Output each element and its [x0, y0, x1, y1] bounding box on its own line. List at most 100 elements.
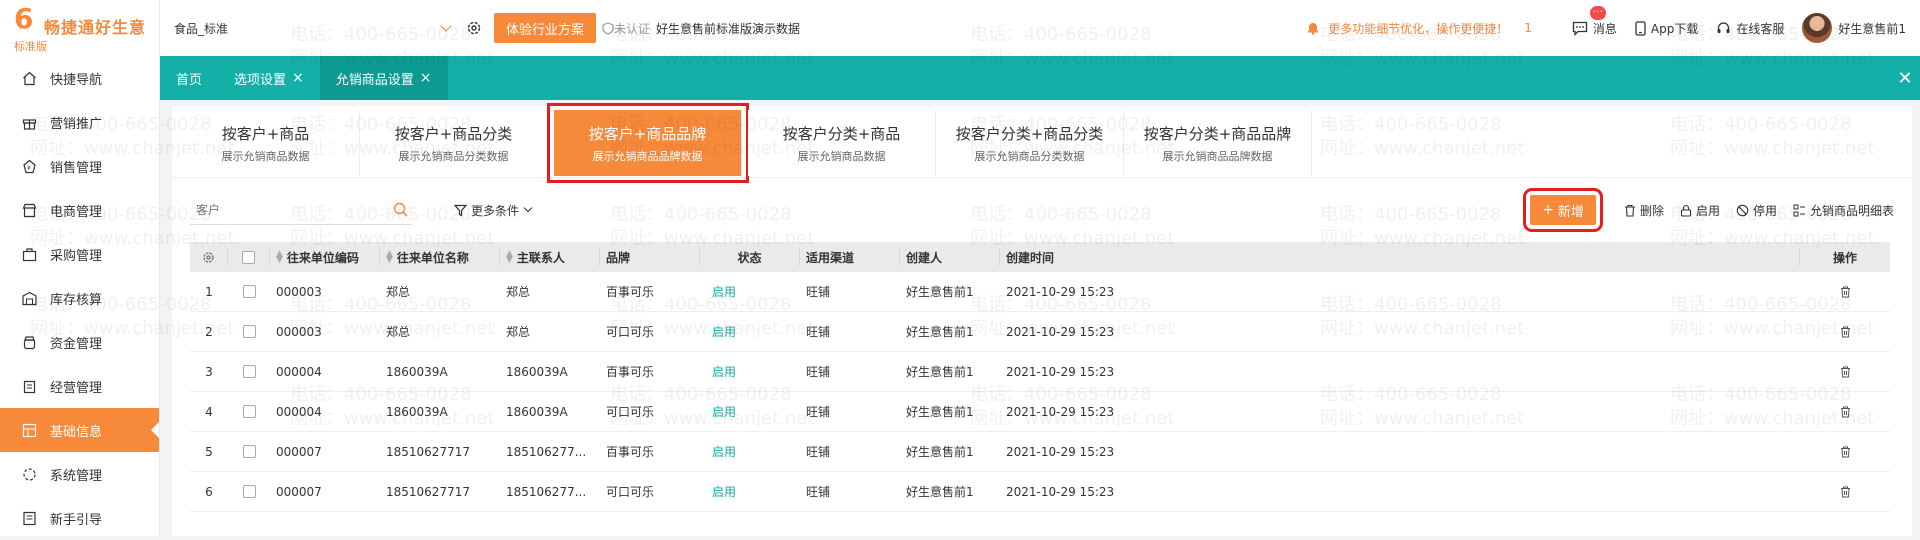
cell-brand: 百事可乐: [606, 285, 655, 299]
headset-icon: [1717, 21, 1730, 33]
category-tab-2[interactable]: 按客户+商品品牌 展示允销商品品牌数据: [547, 103, 749, 183]
tab-label: 选项设置: [234, 72, 287, 88]
sidebar-item-5[interactable]: 库存核算: [0, 276, 159, 320]
cell-created: 2021-10-29 15:23: [1006, 324, 1115, 339]
enable-button[interactable]: 启用: [1680, 202, 1720, 219]
category-subtitle: 展示允销商品品牌数据: [1162, 149, 1273, 163]
table-row[interactable]: 1 000003 郑总 郑总 百事可乐 启用 旺铺 好生意售前1 2021-10-29 15:2…: [190, 272, 1890, 312]
row-checkbox[interactable]: [228, 485, 270, 498]
messages-badge: ···: [1589, 5, 1606, 20]
unverified-status[interactable]: 未认证: [602, 20, 650, 37]
table-row[interactable]: 6 000007 18510627717 185106277... 可口可乐 启用 旺铺 好生…: [190, 472, 1890, 512]
row-checkbox[interactable]: [228, 325, 270, 338]
header-channel: 适用渠道: [800, 248, 900, 266]
svg-text:¥: ¥: [27, 165, 31, 172]
category-tab-1[interactable]: 按客户+商品分类 展示允销商品分类数据: [360, 110, 548, 176]
row-delete-icon[interactable]: [1800, 286, 1890, 298]
account-selector[interactable]: 食品_标准: [168, 12, 458, 44]
select-all-checkbox[interactable]: [228, 248, 270, 266]
header-created: 创建时间: [1000, 248, 1800, 266]
gear-icon[interactable]: [464, 18, 484, 38]
tab-1[interactable]: 选项设置 ×: [218, 56, 320, 100]
close-icon[interactable]: ×: [292, 70, 304, 86]
table-row[interactable]: 5 000007 18510627717 185106277... 百事可乐 启用 旺铺 好生…: [190, 432, 1890, 472]
disable-button[interactable]: 停用: [1736, 202, 1777, 219]
table-row[interactable]: 4 000004 1860039A 1860039A 可口可乐 启用 旺铺 好生意售前1 202…: [190, 392, 1890, 432]
row-delete-icon[interactable]: [1800, 446, 1890, 458]
cell-contact: 185106277...: [506, 444, 587, 459]
logo[interactable]: 6 畅捷通好生意 标准版: [0, 0, 159, 56]
category-tab-0[interactable]: 按客户+商品 展示允销商品数据: [172, 110, 360, 176]
category-tab-4[interactable]: 按客户分类+商品分类 展示允销商品分类数据: [936, 110, 1124, 176]
data-table: ▲ ▼ 往来单位编码 ▲ ▼ 往来单位名称 ▲ ▼ 主联系人 品牌 状态 适用渠道 创建人 …: [190, 242, 1890, 512]
table-row[interactable]: 3 000004 1860039A 1860039A 百事可乐 启用 旺铺 好生意售前1 202…: [190, 352, 1890, 392]
tab-0[interactable]: 首页: [160, 56, 218, 100]
header-code[interactable]: ▲ ▼ 往来单位编码: [270, 248, 380, 266]
sidebar-item-3[interactable]: 电商管理: [0, 188, 159, 232]
row-checkbox[interactable]: [228, 365, 270, 378]
sidebar-item-label: 系统管理: [50, 468, 103, 484]
sidebar-item-8[interactable]: 基础信息: [0, 408, 159, 452]
toolbar: 更多条件 + 新增 删除 启用 停用 允销商品明细表: [172, 178, 1912, 242]
app-download-link[interactable]: App下载: [1635, 20, 1698, 37]
sidebar-item-9[interactable]: 系统管理: [0, 452, 159, 496]
sidebar-item-label: 库存核算: [50, 292, 103, 308]
more-filters-label: 更多条件: [471, 203, 520, 218]
sidebar-item-2[interactable]: ¥ 销售管理: [0, 144, 159, 188]
cell-creator: 好生意售前1: [906, 325, 974, 339]
category-subtitle: 展示允销商品分类数据: [398, 149, 509, 163]
cell-channel: 旺铺: [806, 285, 831, 299]
sidebar-item-1[interactable]: 营销推广: [0, 100, 159, 144]
delete-button[interactable]: 删除: [1624, 202, 1664, 219]
cell-creator: 好生意售前1: [906, 365, 974, 379]
delete-label: 删除: [1639, 203, 1664, 218]
sidebar-item-0[interactable]: 快捷导航: [0, 56, 159, 100]
category-tab-3[interactable]: 按客户分类+商品 展示允销商品数据: [748, 110, 936, 176]
close-all-tabs-icon[interactable]: ✕: [1890, 56, 1920, 100]
cell-brand: 百事可乐: [606, 365, 655, 379]
company-name: 好生意售前标准版演示数据: [656, 21, 801, 36]
row-checkbox[interactable]: [228, 405, 270, 418]
table-row[interactable]: 2 000003 郑总 郑总 可口可乐 启用 旺铺 好生意售前1 2021-10-29 15:2…: [190, 312, 1890, 352]
experience-industry-button[interactable]: 体验行业方案: [494, 13, 597, 43]
cell-channel: 旺铺: [806, 325, 831, 339]
sidebar-item-4[interactable]: 采购管理: [0, 232, 159, 276]
category-tab-5[interactable]: 按客户分类+商品品牌 展示允销商品品牌数据: [1124, 110, 1312, 176]
messages-link[interactable]: 消息 ···: [1572, 5, 1617, 37]
detail-report-button[interactable]: 允销商品明细表: [1793, 202, 1894, 219]
row-delete-icon[interactable]: [1800, 406, 1890, 418]
cell-status: 启用: [712, 365, 737, 379]
header-name[interactable]: ▲ ▼ 往来单位名称: [380, 248, 500, 266]
sidebar-item-10[interactable]: 新手引导: [0, 496, 159, 540]
tab-label: 首页: [176, 72, 203, 88]
notice-banner[interactable]: 更多功能细节优化，操作更便捷！: [1306, 20, 1508, 37]
grid-icon: [20, 421, 38, 439]
system-icon: [20, 465, 38, 483]
category-subtitle: 展示允销商品数据: [221, 149, 310, 163]
cell-name: 18510627717: [386, 484, 470, 499]
search-icon[interactable]: [393, 202, 408, 217]
tab-2[interactable]: 允销商品设置 ×: [319, 56, 448, 100]
search-input[interactable]: [194, 201, 374, 218]
row-number: 3: [205, 364, 213, 379]
more-filters-button[interactable]: 更多条件: [454, 202, 533, 219]
row-checkbox[interactable]: [228, 445, 270, 458]
cell-name: 1860039A: [386, 364, 448, 379]
row-checkbox[interactable]: [228, 285, 270, 298]
row-delete-icon[interactable]: [1800, 486, 1890, 498]
sidebar-item-6[interactable]: 资金管理: [0, 320, 159, 364]
sidebar-item-label: 基础信息: [50, 424, 103, 440]
user-menu[interactable]: 好生意售前1: [1802, 13, 1906, 43]
header-contact[interactable]: ▲ ▼ 主联系人: [500, 248, 600, 266]
online-service-link[interactable]: 在线客服: [1716, 20, 1784, 37]
cell-status: 启用: [712, 485, 737, 499]
row-delete-icon[interactable]: [1800, 326, 1890, 338]
add-button[interactable]: + 新增: [1523, 188, 1603, 232]
close-icon[interactable]: ×: [420, 70, 432, 86]
cell-code: 000007: [276, 444, 322, 459]
sidebar-item-7[interactable]: 经营管理: [0, 364, 159, 408]
column-settings-icon[interactable]: [190, 248, 228, 266]
message-icon: [1572, 21, 1588, 36]
header-name-label: 往来单位名称: [396, 250, 469, 265]
row-delete-icon[interactable]: [1800, 366, 1890, 378]
